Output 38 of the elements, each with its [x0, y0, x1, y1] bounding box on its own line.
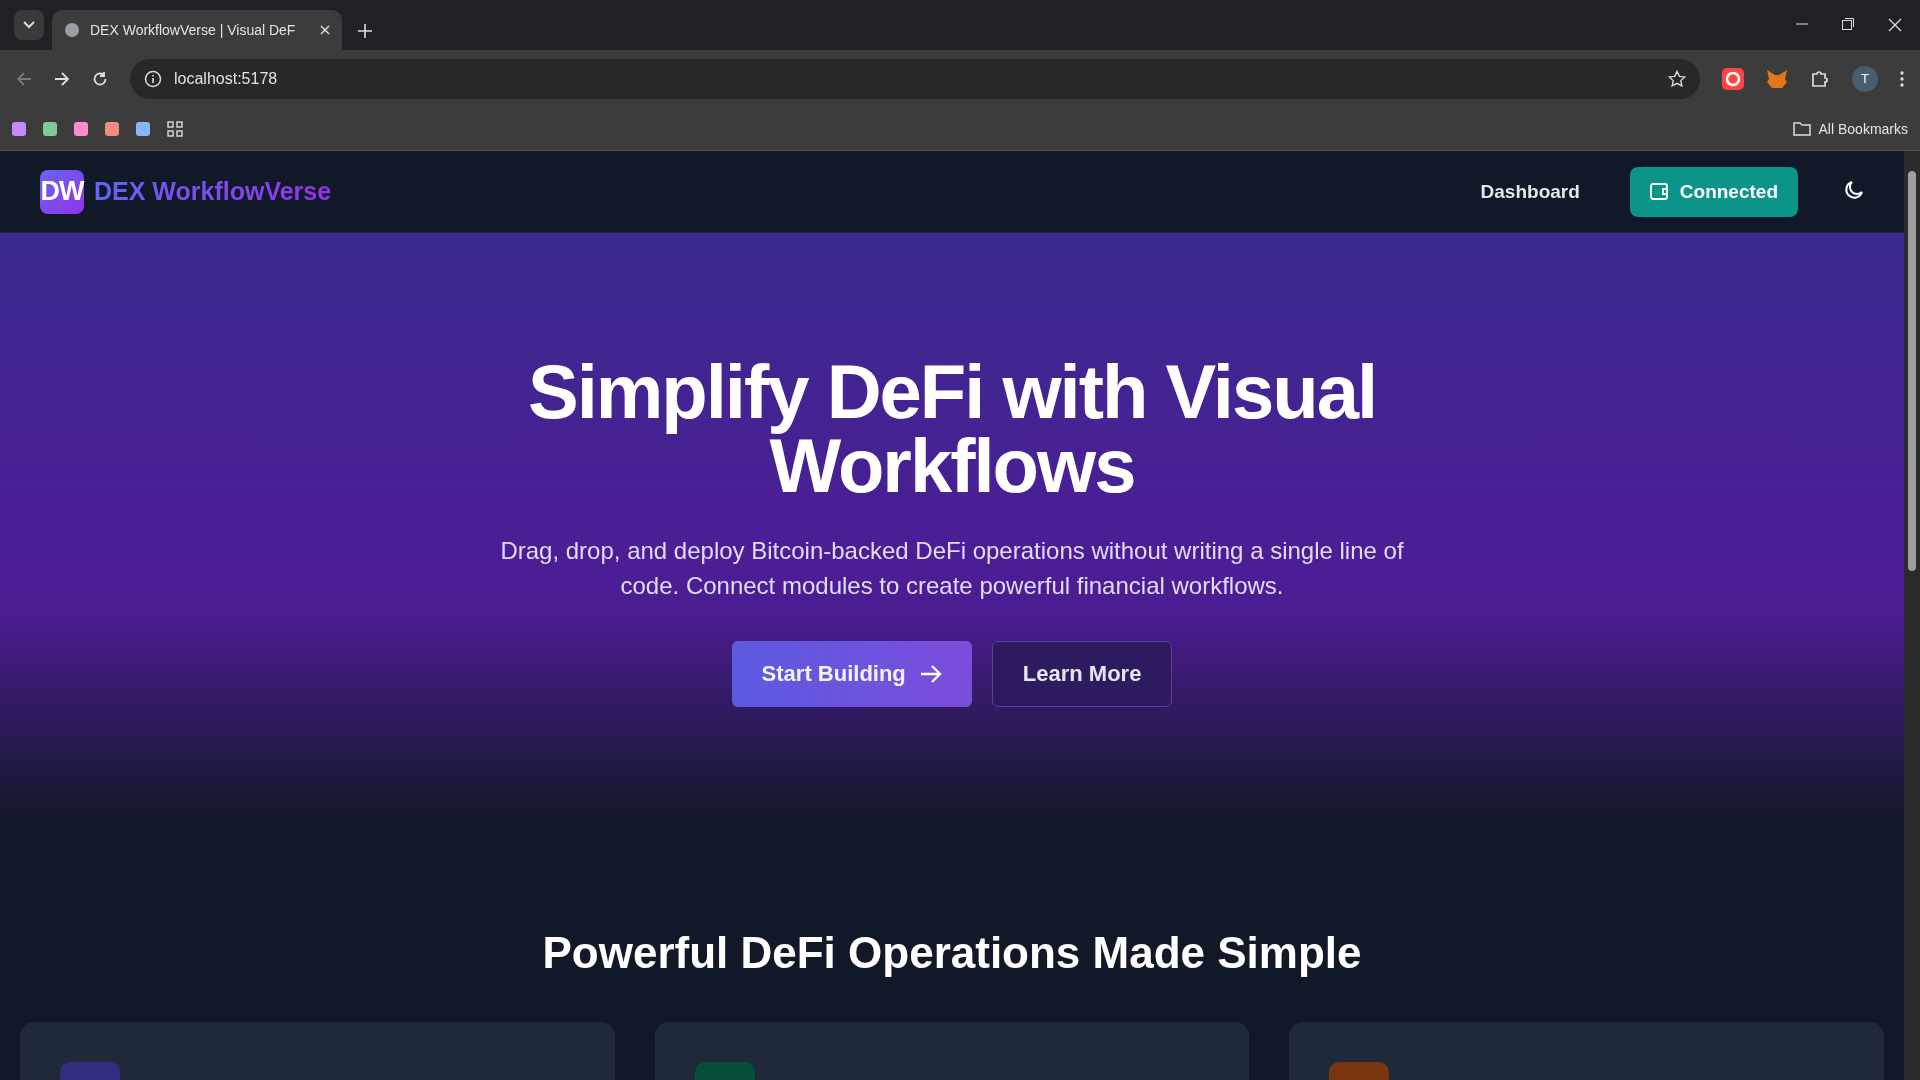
scrollbar[interactable] [1904, 151, 1920, 1080]
learn-more-button[interactable]: Learn More [991, 641, 1173, 707]
new-tab-icon[interactable] [358, 24, 372, 38]
wallet-button[interactable]: Connected [1629, 166, 1798, 217]
bookmark-icon[interactable] [12, 121, 26, 136]
apps-icon[interactable] [167, 120, 183, 137]
puzzle-icon[interactable] [1810, 68, 1830, 89]
profile-avatar[interactable]: T [1852, 65, 1878, 92]
logo-mark: DW [40, 169, 84, 214]
hero-title: Simplify DeFi with Visual Workflows [526, 355, 1378, 503]
folder-icon [1792, 121, 1811, 136]
bookmark-icon[interactable] [105, 121, 119, 136]
address-bar[interactable]: localhost:5178 [130, 58, 1700, 99]
arrow-right-icon [919, 664, 942, 684]
forward-icon[interactable] [54, 70, 70, 87]
browser-tab[interactable]: DEX WorkflowVerse | Visual DeF [52, 10, 342, 50]
bookmark-icon[interactable] [136, 121, 150, 136]
all-bookmarks-button[interactable]: All Bookmarks [1792, 120, 1908, 137]
fox-icon[interactable] [1766, 68, 1788, 89]
close-window-icon[interactable] [1888, 18, 1902, 32]
info-icon [144, 69, 162, 88]
chevron-down-icon [23, 21, 35, 29]
bookmark-icon[interactable] [74, 121, 88, 136]
tab-title: DEX WorkflowVerse | Visual DeF [90, 22, 297, 38]
close-icon[interactable] [320, 25, 330, 35]
restore-icon[interactable] [1842, 18, 1854, 30]
hero-subtitle: Drag, drop, and deploy Bitcoin-backed DeFi operations without writing a single line of code. Connect modules to create powerful financial workflows. [499, 536, 1405, 601]
menu-icon[interactable] [1900, 70, 1904, 87]
tab-list-button[interactable] [14, 10, 44, 40]
section-heading: Powerful DeFi Operations Made Simple [542, 928, 1362, 978]
reload-icon[interactable] [92, 70, 108, 87]
dashboard-link[interactable]: Dashboard [1480, 180, 1580, 203]
start-building-button[interactable]: Start Building [731, 641, 972, 707]
back-icon[interactable] [16, 70, 32, 87]
wallet-icon [1649, 183, 1668, 200]
extension-icon[interactable] [1722, 67, 1744, 90]
star-icon[interactable] [1668, 69, 1686, 88]
bookmark-icon[interactable] [43, 121, 57, 136]
